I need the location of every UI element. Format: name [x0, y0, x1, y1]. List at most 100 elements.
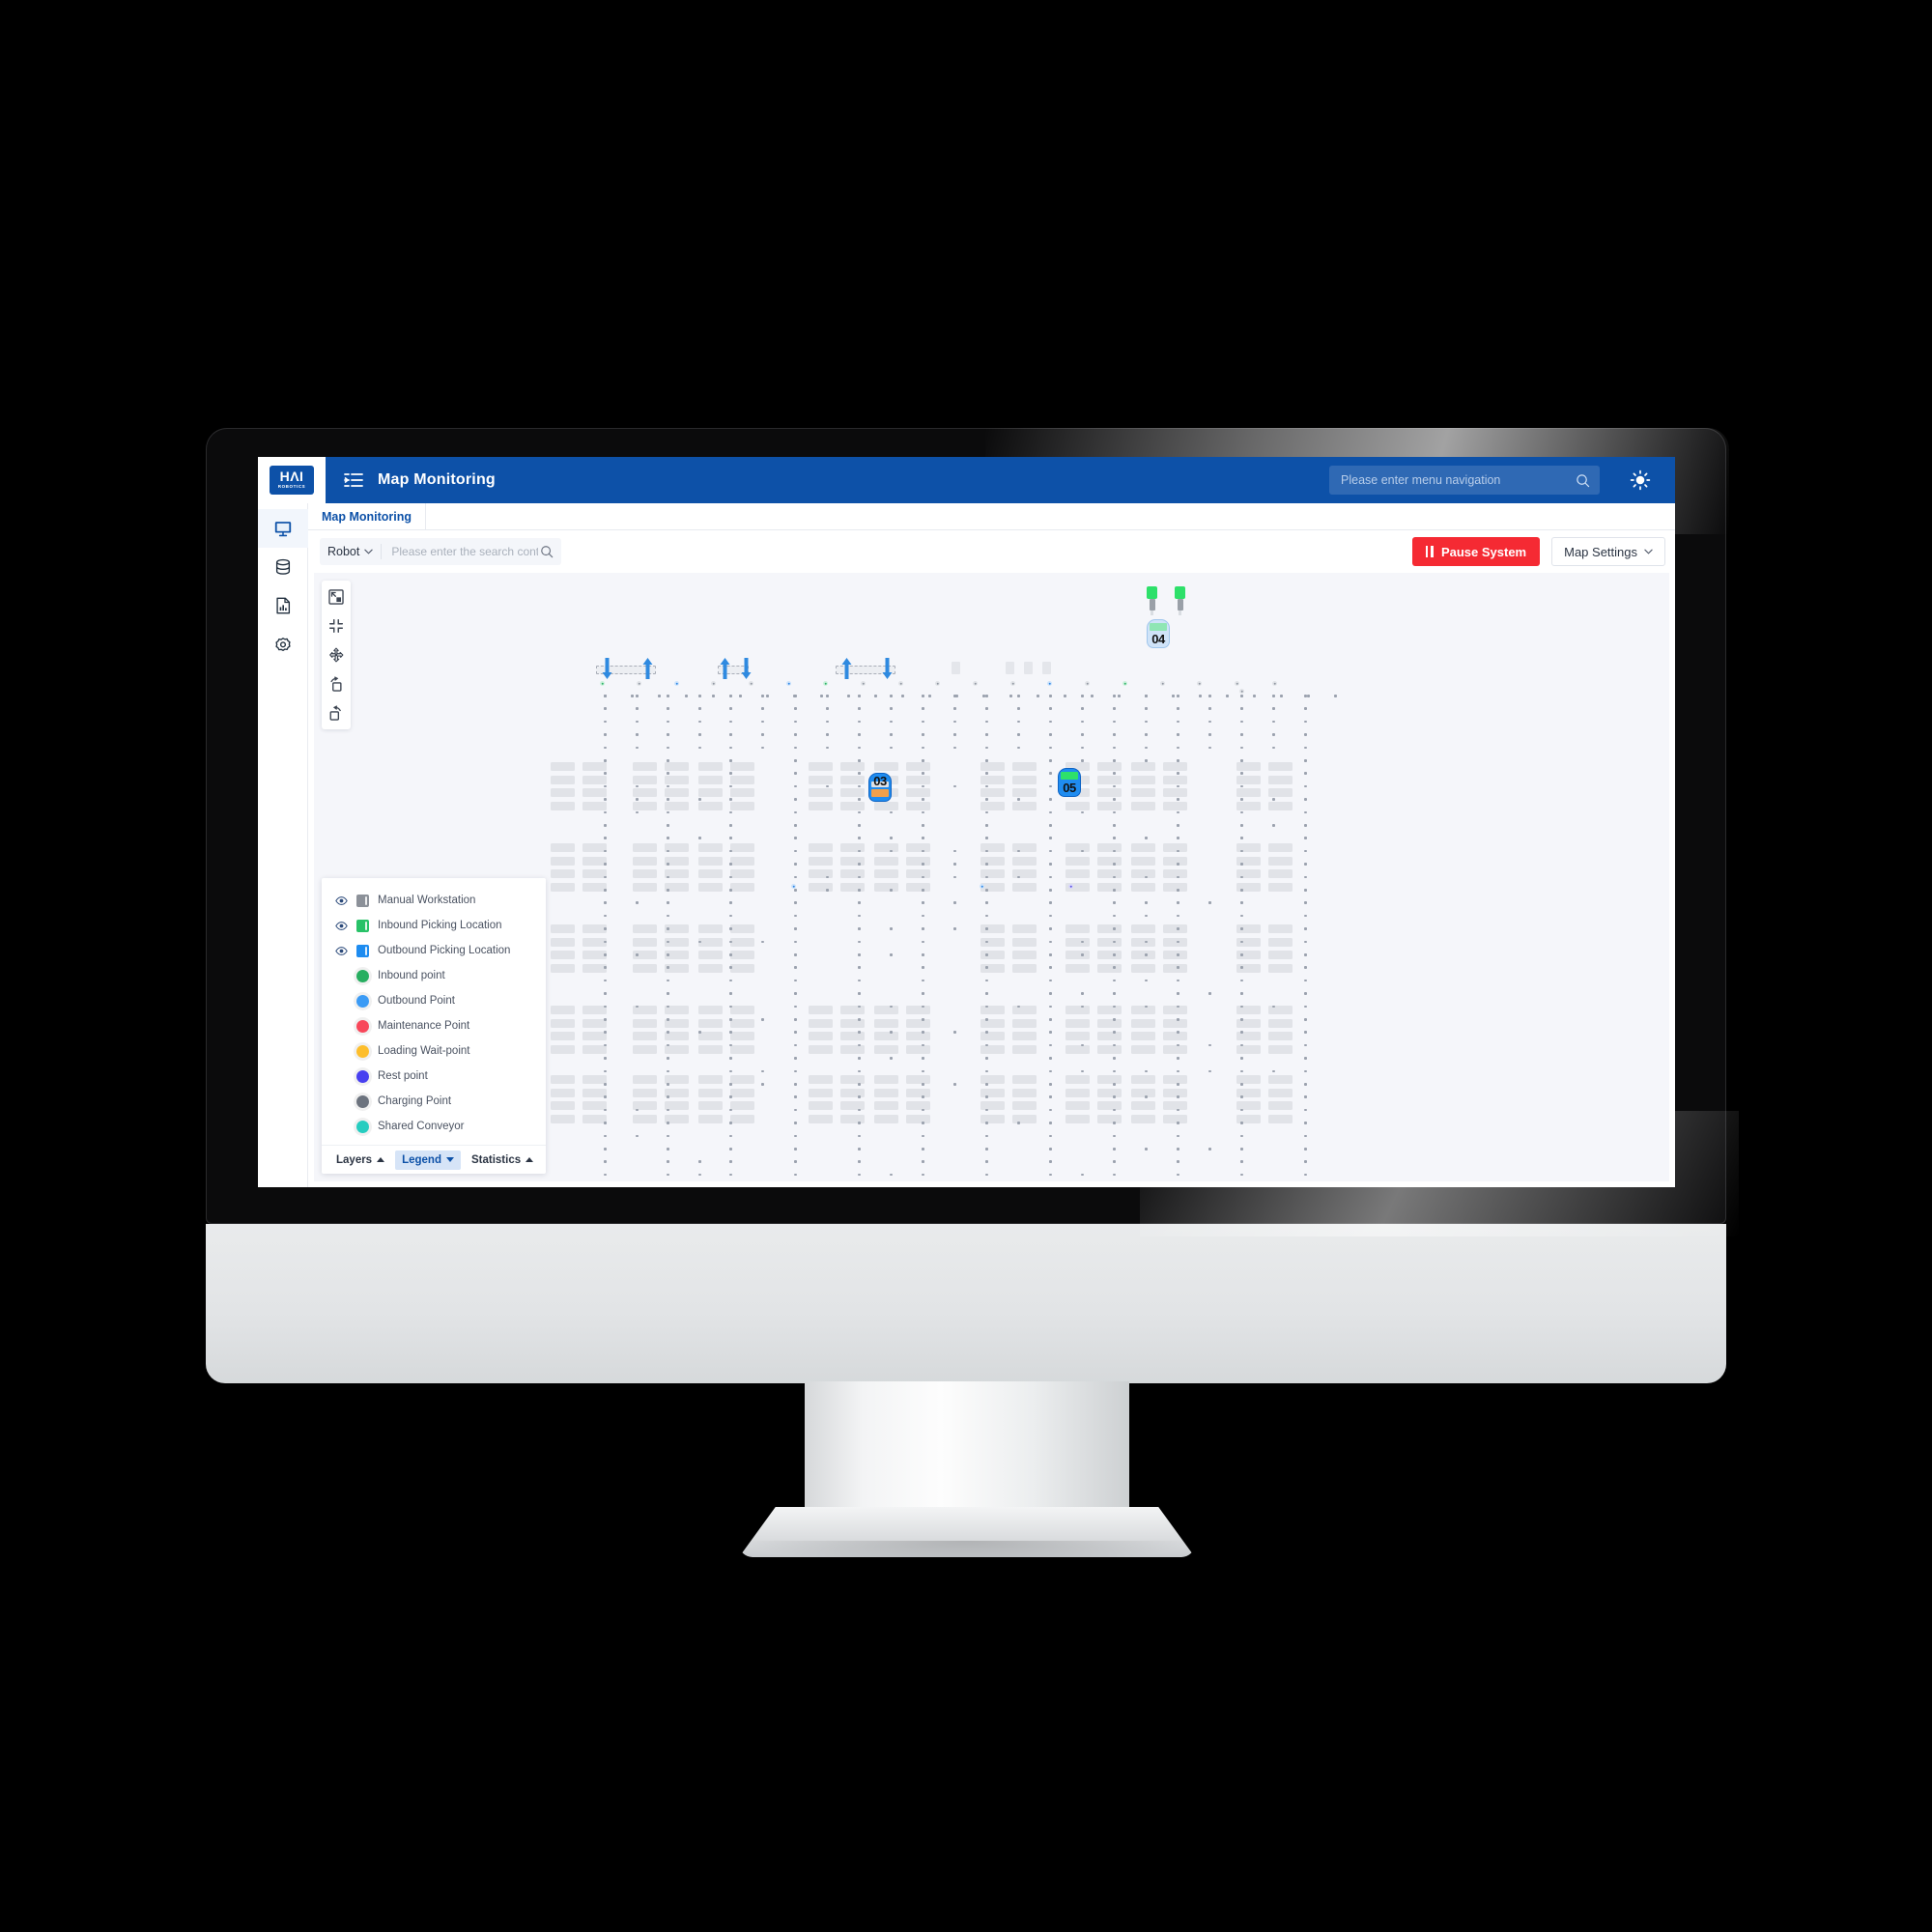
rack-cell: [730, 1019, 754, 1028]
panel-tab-legend[interactable]: Legend: [395, 1151, 461, 1170]
legend-item[interactable]: Rest point: [322, 1064, 546, 1089]
map-node: [826, 721, 829, 724]
rack-cell: [1097, 1019, 1122, 1028]
map-node: [667, 1070, 669, 1073]
map-node: [1304, 1122, 1307, 1124]
map-node: [1113, 1018, 1116, 1021]
search-icon[interactable]: [540, 545, 554, 558]
map-node: [922, 824, 924, 827]
map-node: [985, 1031, 988, 1034]
map-node: [1145, 953, 1148, 956]
map-node: [667, 733, 669, 736]
legend-item[interactable]: Loading Wait-point: [322, 1038, 546, 1064]
brand-logo[interactable]: HΛI ROBOTICS: [258, 457, 326, 503]
search-input[interactable]: [389, 544, 540, 559]
panel-tab-layers[interactable]: Layers: [329, 1151, 391, 1170]
legend-item[interactable]: Outbound Picking Location: [322, 938, 546, 963]
map-node: [1064, 695, 1066, 697]
move-pan-icon[interactable]: [326, 644, 347, 666]
legend-item[interactable]: Outbound Point: [322, 988, 546, 1013]
map-node: [667, 915, 669, 918]
rack-cell: [730, 924, 754, 933]
map-node: [1113, 876, 1116, 879]
map-node: [667, 850, 669, 853]
map-node: [667, 824, 669, 827]
map-node: [1113, 695, 1116, 697]
legend-item[interactable]: Shared Conveyor: [322, 1114, 546, 1139]
map-node: [1113, 953, 1116, 956]
map-node: [698, 721, 701, 724]
rack-cell: [1012, 1089, 1037, 1097]
panel-tab-statistics[interactable]: Statistics: [465, 1151, 540, 1170]
nav-search[interactable]: [1329, 466, 1600, 495]
sidebar-item-database[interactable]: [258, 548, 308, 586]
map-viewport[interactable]: 03 04 05 Manual Workstation Inbound Pick…: [314, 573, 1669, 1181]
rack-cell: [1163, 857, 1187, 866]
rack-cell: [1097, 1045, 1122, 1054]
map-node: [604, 850, 607, 853]
rack-cell: [906, 1032, 930, 1040]
eye-visible-icon[interactable]: [335, 895, 348, 906]
sidebar-item-monitor[interactable]: [258, 509, 308, 548]
legend-item-label: Shared Conveyor: [378, 1121, 465, 1132]
sun-icon[interactable]: [1629, 469, 1652, 492]
map-node: [1113, 1031, 1116, 1034]
map-node: [1177, 772, 1179, 775]
map-node: [1017, 747, 1020, 750]
rack-cell: [1065, 1075, 1090, 1084]
robot-search-group[interactable]: Robot: [320, 538, 561, 565]
nav-search-input[interactable]: [1339, 472, 1576, 488]
mast-pole: [1150, 599, 1155, 611]
sidebar-item-settings[interactable]: [258, 625, 308, 664]
map-node: [1049, 695, 1052, 697]
rack-cell: [906, 1089, 930, 1097]
map-node: [922, 889, 924, 892]
map-node: [729, 1095, 732, 1098]
map-node: [1240, 1006, 1243, 1009]
rack-cell: [874, 857, 898, 866]
legend-item[interactable]: Charging Point: [322, 1089, 546, 1114]
map-node: [1049, 863, 1052, 866]
robot-marker[interactable]: 05: [1058, 768, 1081, 797]
map-node: [858, 695, 861, 697]
map-node: [858, 1031, 861, 1034]
robot-marker[interactable]: 04: [1147, 619, 1170, 648]
fit-to-screen-icon[interactable]: [326, 586, 347, 608]
map-node: [604, 863, 607, 866]
eye-visible-icon[interactable]: [335, 921, 348, 931]
map-node: [953, 747, 956, 750]
app-body: Map Monitoring Robot Please enter the se…: [258, 503, 1675, 1187]
pt grey: [1085, 681, 1090, 686]
rack-cell: [1097, 924, 1122, 933]
legend-item[interactable]: Inbound point: [322, 963, 546, 988]
robot-marker[interactable]: 03: [868, 773, 892, 802]
map-node: [604, 992, 607, 995]
rack-cell: [633, 1089, 657, 1097]
tab-map-monitoring[interactable]: Map Monitoring: [308, 503, 426, 529]
rack-cell: [906, 857, 930, 866]
map-settings-button[interactable]: Map Settings: [1551, 537, 1665, 566]
map-node: [1113, 1044, 1116, 1047]
rack-cell: [840, 1089, 865, 1097]
map-node: [922, 876, 924, 879]
map-node: [826, 747, 829, 750]
collapse-corners-icon[interactable]: [326, 615, 347, 637]
legend-item[interactable]: Manual Workstation: [322, 888, 546, 913]
map-node: [1049, 889, 1052, 892]
map-node: [1240, 747, 1243, 750]
rotate-right-icon[interactable]: [326, 673, 347, 695]
eye-visible-icon[interactable]: [335, 946, 348, 956]
rack-cell: [551, 924, 575, 933]
rack-cell: [1012, 1006, 1037, 1014]
pause-system-button[interactable]: Pause System: [1412, 537, 1540, 566]
pt grey: [749, 681, 753, 686]
map-node: [794, 824, 797, 827]
map-node: [858, 1148, 861, 1151]
legend-item[interactable]: Inbound Picking Location: [322, 913, 546, 938]
menu-list-icon[interactable]: [343, 469, 364, 491]
sidebar-item-reports[interactable]: [258, 586, 308, 625]
map-node: [890, 1031, 893, 1034]
legend-item[interactable]: Maintenance Point: [322, 1013, 546, 1038]
search-scope-select[interactable]: Robot: [327, 545, 373, 558]
rotate-left-icon[interactable]: [326, 702, 347, 724]
